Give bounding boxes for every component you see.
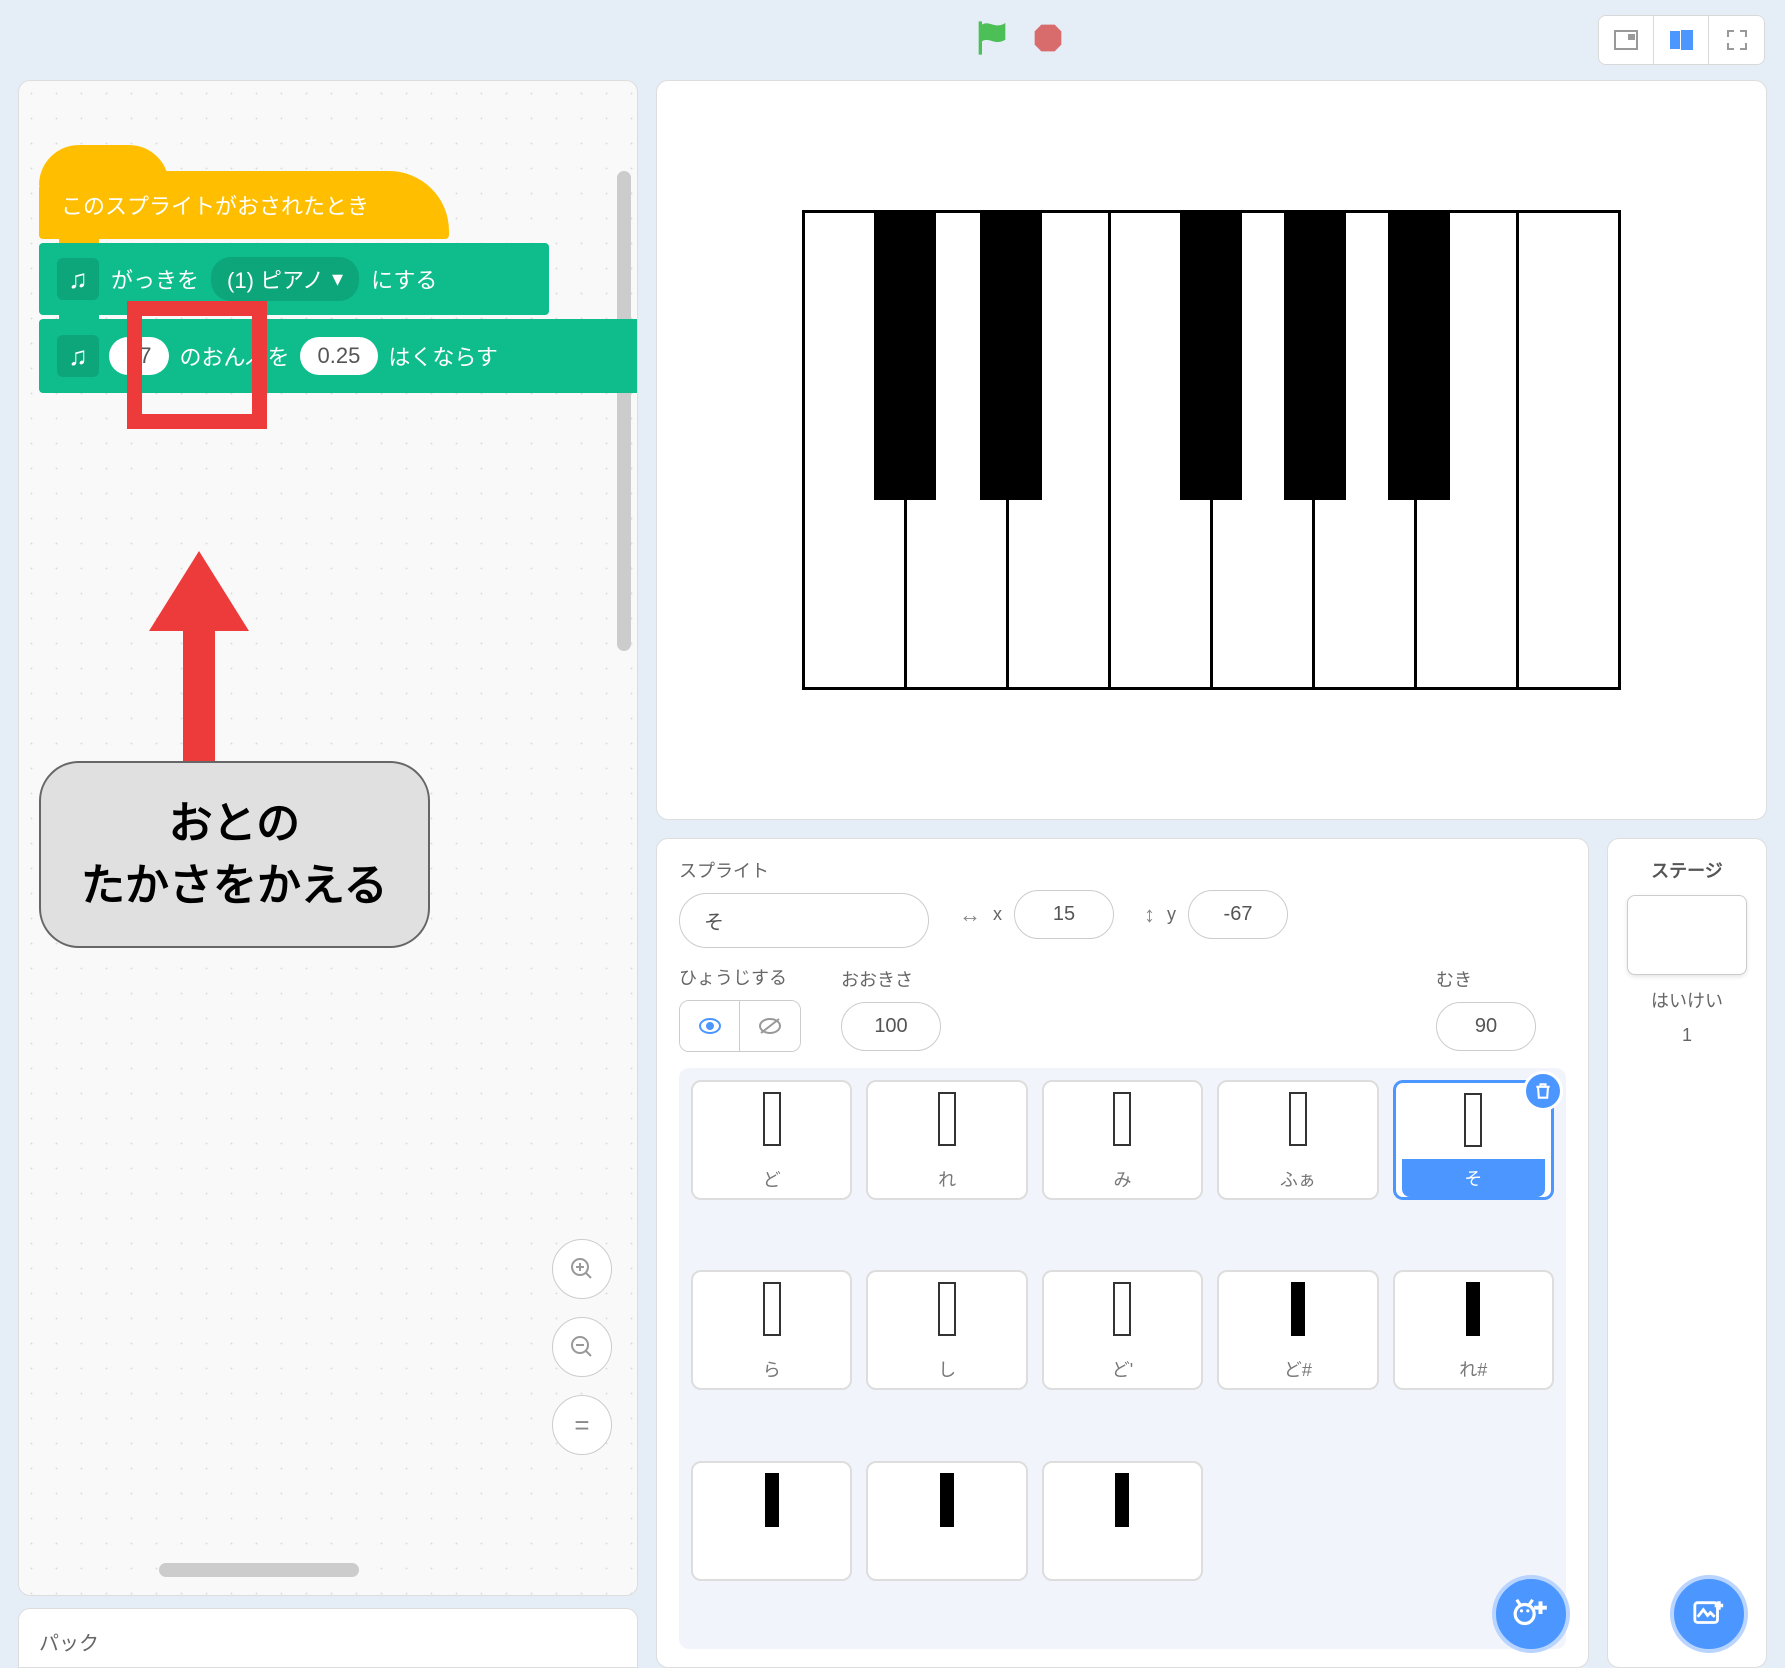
blocks-stack[interactable]: このスプライトがおされたとき ♫ がっきを (1) ピアノ ▾ にする ♫ 67… [39,171,638,393]
add-sprite-button[interactable] [1492,1575,1570,1653]
hat-label: このスプライトがおされたとき [61,194,369,219]
sprite-name-label: スプライト [679,857,769,883]
key-thumb [1464,1093,1482,1147]
callout-line: おとの [81,793,388,855]
stage-thumbnail[interactable] [1627,895,1747,975]
sprite-thumbnail[interactable]: ど' [1042,1270,1203,1390]
stage-selector-panel: ステージ はいけい 1 [1607,838,1767,1668]
instrument-dropdown[interactable]: (1) ピアノ ▾ [211,257,359,301]
sprite-info-panel: スプライト そ ↔ x 15 ↕ y -67 [656,838,1589,1668]
horizontal-scrollbar[interactable] [159,1563,359,1577]
sprite-thumbnail[interactable]: ふぁ [1217,1080,1378,1200]
x-arrow-icon: ↔ [959,902,981,928]
when-sprite-clicked-block[interactable]: このスプライトがおされたとき [39,171,449,239]
key-thumb [1113,1282,1131,1336]
top-bar [0,0,1785,80]
piano-graphic [802,210,1621,690]
key-thumb [1466,1282,1480,1336]
block-text: はくならす [388,340,498,372]
show-button[interactable] [680,1001,740,1051]
sprite-thumbnail[interactable]: そ [1393,1080,1554,1200]
sprite-thumbnail[interactable] [866,1461,1027,1581]
zoom-reset-button[interactable]: = [552,1395,612,1455]
key-thumb [940,1473,954,1527]
block-text: がっきを [111,263,199,295]
direction-label: むき [1436,966,1472,992]
play-note-block[interactable]: ♫ 67 のおんぷを 0.25 はくならす [39,319,638,393]
stage-canvas[interactable] [656,80,1767,820]
stage-size-controls [1598,15,1765,65]
key-thumb [1289,1092,1307,1146]
sprite-label: み [1113,1166,1131,1192]
zoom-in-button[interactable] [552,1239,612,1299]
sprite-label: ど# [1284,1356,1312,1382]
beats-input[interactable]: 0.25 [300,337,379,375]
sprite-thumbnail[interactable] [1042,1461,1203,1581]
chevron-down-icon: ▾ [332,266,343,292]
sprite-label: ら [763,1356,781,1382]
sprite-thumbnail[interactable]: れ [866,1080,1027,1200]
sprite-thumbnail[interactable] [691,1461,852,1581]
delete-sprite-button[interactable] [1523,1071,1563,1111]
sprite-label: ど' [1112,1356,1133,1382]
key-thumb [763,1092,781,1146]
stop-icon[interactable] [1032,22,1064,59]
add-backdrop-button[interactable] [1670,1575,1748,1653]
large-stage-button[interactable] [1654,16,1709,64]
key-thumb [938,1092,956,1146]
visibility-toggle [679,1000,801,1052]
zoom-controls: = [552,1239,612,1455]
size-input[interactable]: 100 [841,1002,941,1051]
sprite-thumbnail[interactable]: ど [691,1080,852,1200]
size-label: おおきさ [841,966,913,992]
sprite-label: ど [763,1166,781,1192]
sprite-thumbnail[interactable]: み [1042,1080,1203,1200]
key-thumb [765,1473,779,1527]
annotation-callout: おとの たかさをかえる [39,761,430,948]
dropdown-value: (1) ピアノ [227,263,324,295]
y-arrow-icon: ↕ [1144,902,1155,928]
sprite-label: ふぁ [1280,1166,1316,1192]
backpack-label: パック [39,1633,99,1655]
block-text: にする [371,263,437,295]
set-instrument-block[interactable]: ♫ がっきを (1) ピアノ ▾ にする [39,243,549,315]
key-thumb [1113,1092,1131,1146]
key-thumb [763,1282,781,1336]
green-flag-icon[interactable] [972,18,1012,63]
sprite-label: そ [1402,1159,1545,1197]
sprite-thumbnail[interactable]: し [866,1270,1027,1390]
zoom-out-button[interactable] [552,1317,612,1377]
script-workspace[interactable]: このスプライトがおされたとき ♫ がっきを (1) ピアノ ▾ にする ♫ 67… [18,80,638,1596]
x-label: x [993,904,1002,925]
backpack-header[interactable]: パック [18,1608,638,1668]
y-input[interactable]: -67 [1188,890,1288,939]
key-thumb [1291,1282,1305,1336]
sprite-label: れ [938,1166,956,1192]
sprite-label: れ# [1459,1356,1487,1382]
sprite-name-input[interactable]: そ [679,893,929,948]
direction-input[interactable]: 90 [1436,1002,1536,1051]
sprite-thumbnail[interactable]: ら [691,1270,852,1390]
music-notes-icon: ♫ [57,335,99,377]
key-thumb [1115,1473,1129,1527]
sprite-thumbnail[interactable]: ど# [1217,1270,1378,1390]
small-stage-button[interactable] [1599,16,1654,64]
fullscreen-button[interactable] [1709,16,1764,64]
backdrop-label: はいけい [1651,987,1723,1013]
show-label: ひょうじする [679,964,787,990]
stage-title: ステージ [1651,857,1723,883]
music-notes-icon: ♫ [57,258,99,300]
annotation-highlight [127,301,267,429]
hide-button[interactable] [740,1001,800,1051]
sprite-list: ど れ み ふぁ そら し ど' ど# れ# [679,1068,1566,1649]
key-thumb [938,1282,956,1336]
x-input[interactable]: 15 [1014,890,1114,939]
y-label: y [1167,904,1176,925]
backdrop-count: 1 [1682,1025,1692,1046]
callout-line: たかさをかえる [81,855,388,917]
sprite-label: し [938,1356,956,1382]
sprite-thumbnail[interactable]: れ# [1393,1270,1554,1390]
